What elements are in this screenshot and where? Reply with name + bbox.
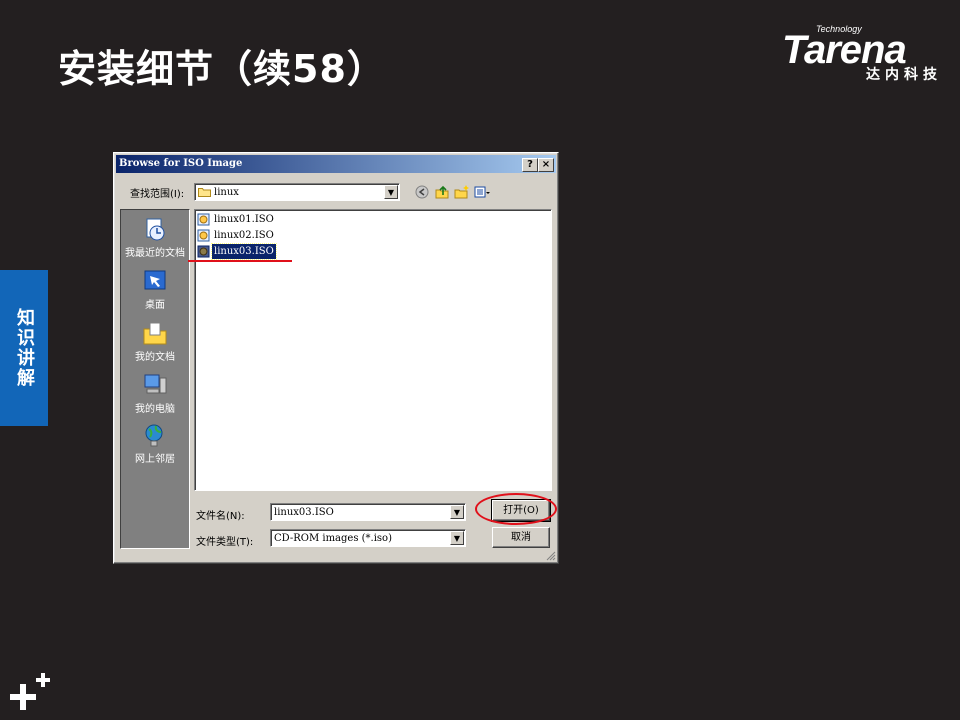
look-in-label: 查找范围(I):: [130, 189, 185, 200]
filename-input[interactable]: linux03.ISO ▼: [270, 503, 466, 521]
file-item-selected[interactable]: linux03.ISO: [197, 243, 277, 260]
file-name: linux03.ISO: [211, 243, 277, 260]
iso-file-icon: [197, 213, 210, 226]
iso-file-icon: [197, 229, 210, 242]
resize-grip-icon[interactable]: [544, 549, 556, 561]
place-label: 我最近的文档: [125, 248, 185, 259]
tarena-logo: Technology Tarena 达内科技: [780, 22, 946, 86]
desktop-icon: [144, 270, 166, 290]
back-icon[interactable]: [414, 184, 430, 200]
logo-subtitle: 达内科技: [866, 67, 942, 83]
places-bar: 我最近的文档 桌面 我的文档 我的电脑 网上邻居: [120, 209, 190, 549]
cancel-button[interactable]: 取消: [492, 527, 550, 548]
chevron-down-icon[interactable]: ▼: [450, 505, 464, 519]
dialog-title: Browse for ISO Image: [119, 158, 243, 169]
annotation-ellipse: [475, 493, 557, 525]
place-desktop[interactable]: 桌面: [121, 268, 189, 311]
file-item[interactable]: linux02.ISO: [197, 228, 276, 243]
filetype-value: CD-ROM images (*.iso): [274, 533, 392, 544]
place-label: 桌面: [145, 300, 165, 311]
place-label: 我的电脑: [135, 404, 175, 415]
file-item[interactable]: linux01.ISO: [197, 212, 276, 227]
place-my-computer[interactable]: 我的电脑: [121, 372, 189, 415]
chevron-down-icon[interactable]: ▼: [450, 531, 464, 545]
look-in-select[interactable]: linux ▼: [194, 183, 400, 201]
recent-documents-icon: [146, 218, 165, 241]
chevron-down-icon[interactable]: ▼: [384, 185, 398, 199]
annotation-underline: [188, 260, 292, 262]
new-folder-icon[interactable]: [454, 184, 470, 200]
filename-label: 文件名(N):: [196, 511, 245, 522]
place-network[interactable]: 网上邻居: [121, 422, 189, 465]
plus-icon: [10, 673, 50, 710]
look-in-value: linux: [214, 187, 239, 198]
knowledge-tab: 知识讲解: [0, 270, 48, 426]
dialog-titlebar[interactable]: Browse for ISO Image ? ×: [116, 155, 556, 173]
iso-file-icon: [197, 245, 210, 258]
place-label: 网上邻居: [135, 454, 175, 465]
network-icon: [145, 424, 163, 447]
filename-value: linux03.ISO: [274, 507, 334, 518]
help-button[interactable]: ?: [522, 158, 538, 172]
file-name: linux02.ISO: [214, 230, 274, 241]
close-button[interactable]: ×: [538, 158, 554, 172]
slide-title: 安装细节（续58）: [58, 47, 386, 91]
up-folder-icon[interactable]: [434, 184, 450, 200]
place-recent[interactable]: 我最近的文档: [121, 216, 189, 259]
view-menu-icon[interactable]: [474, 184, 490, 200]
place-label: 我的文档: [135, 352, 175, 363]
filetype-label: 文件类型(T):: [196, 537, 254, 548]
folder-icon: [198, 188, 211, 197]
file-name: linux01.ISO: [214, 214, 274, 225]
my-documents-icon: [143, 322, 167, 345]
my-computer-icon: [144, 374, 167, 394]
place-my-documents[interactable]: 我的文档: [121, 320, 189, 363]
file-list: linux01.ISO linux02.ISO linux03.ISO: [194, 209, 552, 491]
filetype-select[interactable]: CD-ROM images (*.iso) ▼: [270, 529, 466, 547]
